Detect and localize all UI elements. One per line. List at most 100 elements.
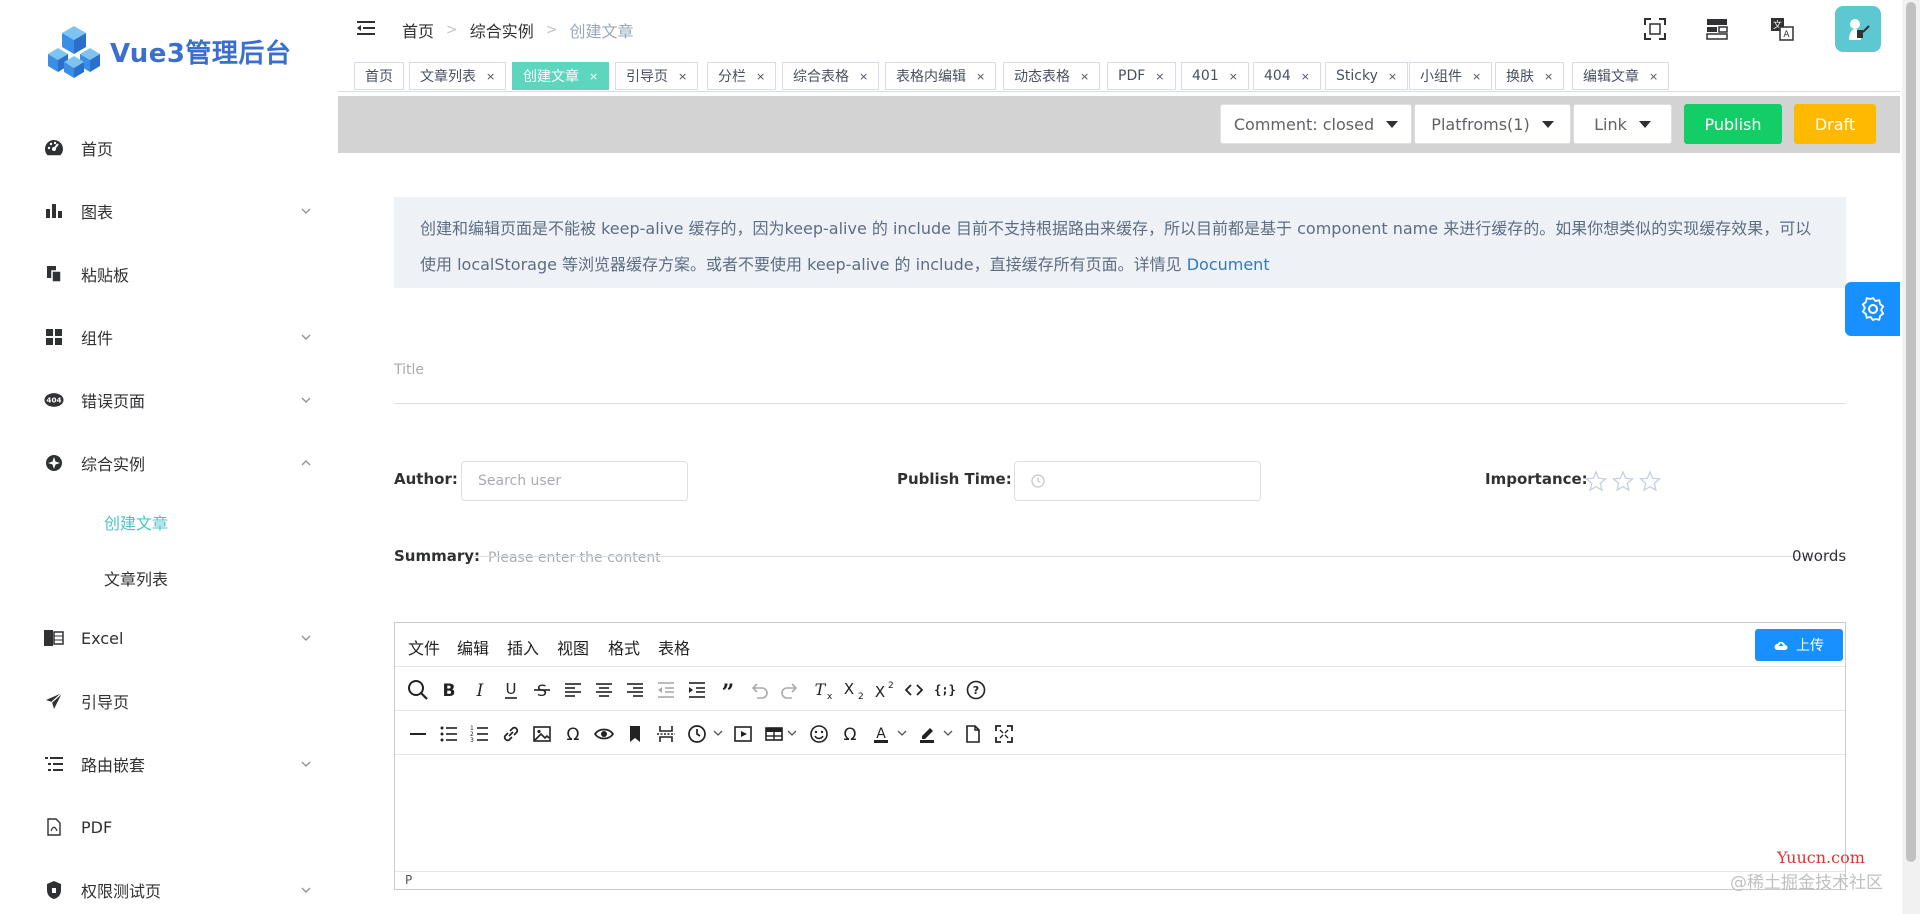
star-icon[interactable] [1639,470,1661,492]
close-icon[interactable]: × [1229,70,1238,83]
insert-datetime-icon[interactable] [684,721,710,747]
tag-guide[interactable]: 引导页 × [615,62,699,90]
emoticons-icon[interactable] [806,721,832,747]
chevron-down-icon[interactable] [712,727,724,739]
layout-size-icon[interactable] [1702,14,1732,44]
link-dropdown[interactable]: Link [1573,104,1672,144]
omega-icon[interactable]: Ω [837,721,863,747]
text-color-icon[interactable]: A [868,721,894,747]
close-icon[interactable]: × [1472,70,1481,83]
tag-article-list[interactable]: 文章列表 × [409,62,507,90]
table-icon[interactable] [761,721,787,747]
star-icon[interactable] [1612,470,1634,492]
special-char-icon[interactable]: Ω [560,721,586,747]
sidebar-item-pdf[interactable]: PDF [0,807,338,847]
comment-dropdown[interactable]: Comment: closed [1220,104,1412,144]
close-icon[interactable]: × [1080,70,1089,83]
blockquote-icon[interactable]: ” [715,677,741,703]
language-icon[interactable]: 文A [1767,14,1797,44]
tag-404[interactable]: 404 × [1253,62,1321,90]
avatar[interactable] [1835,6,1881,52]
subscript-icon[interactable]: X2 [839,677,865,703]
link-icon[interactable] [498,721,524,747]
align-center-icon[interactable] [591,677,617,703]
sidebar-item-charts[interactable]: 图表 [0,191,338,231]
fullscreen-icon[interactable] [1640,14,1670,44]
menu-insert[interactable]: 插入 [507,635,539,659]
horizontal-rule-icon[interactable] [405,721,431,747]
undo-icon[interactable] [746,677,772,703]
author-select[interactable]: Search user [461,461,688,501]
tag-dynamic-table[interactable]: 动态表格 × [1003,62,1101,90]
draft-button[interactable]: Draft [1794,104,1876,144]
indent-icon[interactable] [684,677,710,703]
code-icon[interactable] [901,677,927,703]
close-icon[interactable]: × [1388,70,1397,83]
fullscreen-editor-icon[interactable] [991,721,1017,747]
close-icon[interactable]: × [859,70,868,83]
sidebar-item-components[interactable]: 组件 [0,317,338,357]
chevron-down-icon[interactable] [896,727,908,739]
sidebar-item-dashboard[interactable]: 首页 [0,128,338,168]
scrollbar-thumb[interactable] [1906,2,1916,862]
bold-icon[interactable]: B [436,677,462,703]
breadcrumb-home[interactable]: 首页 [402,18,434,42]
star-icon[interactable] [1585,470,1607,492]
numbered-list-icon[interactable]: 123 [467,721,493,747]
close-icon[interactable]: × [1544,70,1553,83]
menu-view[interactable]: 视图 [557,635,589,659]
upload-button[interactable]: 上传 [1755,629,1843,661]
menu-edit[interactable]: 编辑 [457,635,489,659]
superscript-icon[interactable]: X2 [870,677,896,703]
image-icon[interactable] [529,721,555,747]
sidebar-item-nested[interactable]: 路由嵌套 [0,744,338,784]
settings-button[interactable] [1845,282,1900,336]
breadcrumb-examples[interactable]: 综合实例 [470,18,534,42]
sidebar-item-error-pages[interactable]: 404 错误页面 [0,380,338,420]
tag-pdf[interactable]: PDF × [1107,62,1176,90]
tag-split[interactable]: 分栏 × [707,62,777,90]
hamburger-icon[interactable] [356,18,376,38]
strikethrough-icon[interactable]: S [529,677,555,703]
close-icon[interactable]: × [1155,70,1164,83]
sidebar-subitem-article-list[interactable]: 文章列表 [104,566,168,590]
page-scrollbar[interactable] [1902,0,1920,914]
underline-icon[interactable]: U [498,677,524,703]
tag-create-article[interactable]: 创建文章 × [512,62,610,90]
tag-sticky[interactable]: Sticky × [1325,62,1409,90]
outdent-icon[interactable] [653,677,679,703]
close-icon[interactable]: × [589,70,598,83]
align-left-icon[interactable] [560,677,586,703]
publish-time-picker[interactable] [1014,461,1261,501]
tag-401[interactable]: 401 × [1181,62,1249,90]
sidebar-item-examples[interactable]: 综合实例 [0,443,338,483]
menu-format[interactable]: 格式 [608,635,640,659]
search-icon[interactable] [405,677,431,703]
tag-edit-article[interactable]: 编辑文章 × [1572,62,1670,90]
sidebar-subitem-create-article[interactable]: 创建文章 [104,510,168,534]
close-icon[interactable]: × [1649,70,1658,83]
sidebar-item-clipboard[interactable]: 粘贴板 [0,254,338,294]
platforms-dropdown[interactable]: Platfroms(1) [1414,104,1571,144]
menu-file[interactable]: 文件 [408,635,440,659]
preview-eye-icon[interactable] [591,721,617,747]
tag-home[interactable]: 首页 [354,62,404,90]
italic-icon[interactable]: I [467,677,493,703]
sidebar-item-permission[interactable]: 权限测试页 [0,870,338,910]
sidebar-item-guide[interactable]: 引导页 [0,681,338,721]
summary-input[interactable]: Please enter the content [488,550,661,566]
close-icon[interactable]: × [756,70,765,83]
bullet-list-icon[interactable] [436,721,462,747]
clear-format-icon[interactable]: Tx [808,677,834,703]
tag-inline-edit-table[interactable]: 表格内编辑 × [885,62,997,90]
app-logo[interactable]: Vue3管理后台 [46,22,291,80]
tag-widgets[interactable]: 小组件 × [1409,62,1493,90]
help-icon[interactable]: ? [963,677,989,703]
chevron-down-icon[interactable] [786,727,798,739]
close-icon[interactable]: × [976,70,985,83]
menu-table[interactable]: 表格 [658,635,690,659]
code-sample-icon[interactable]: {;} [932,677,958,703]
new-document-icon[interactable] [960,721,986,747]
media-icon[interactable] [730,721,756,747]
align-right-icon[interactable] [622,677,648,703]
